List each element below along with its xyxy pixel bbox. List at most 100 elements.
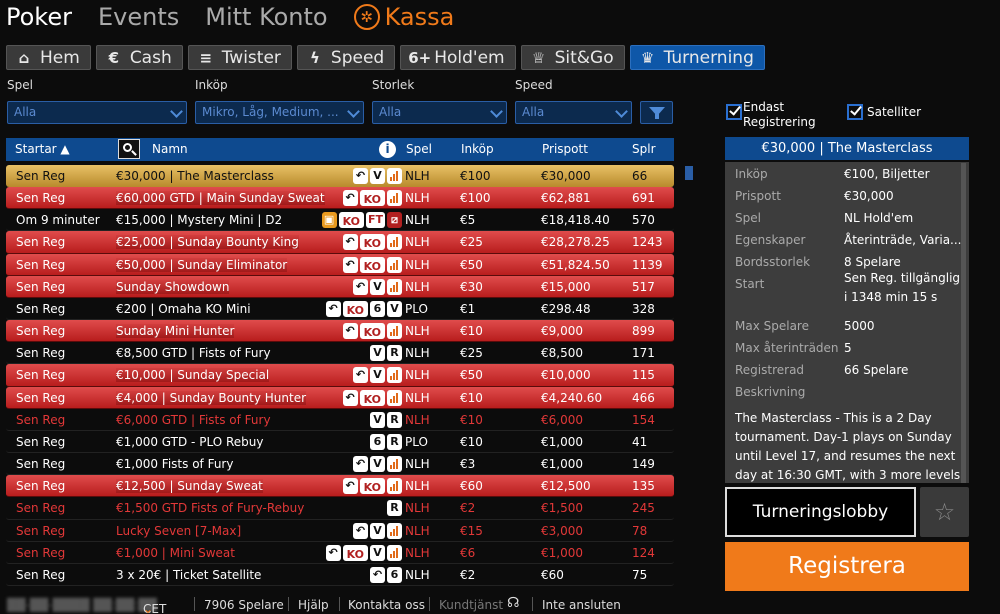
help-link[interactable]: Hjälp <box>298 598 329 612</box>
row-game: NLH <box>405 191 430 206</box>
badge-v: V <box>370 367 385 384</box>
support-link[interactable]: Kundtjänst <box>439 598 503 612</box>
row-start: Sen Reg <box>16 324 66 339</box>
row-buyin: €10 <box>460 324 483 339</box>
twister-icon: ≡ <box>199 48 213 67</box>
detail-key: Start <box>735 277 765 291</box>
row-prize: €1,000 <box>541 457 583 472</box>
table-row[interactable]: Sen Reg €1,000 GTD - PLO Rebuy PLO €10 €1,00… <box>6 430 674 454</box>
table-row[interactable]: Sen Reg €60,000 GTD | Main Sunday Sweat NL… <box>6 187 674 210</box>
nav-kassa[interactable]: ✲ Kassa <box>353 3 454 31</box>
only-registration-checkbox[interactable]: Endast Registrering <box>726 100 816 130</box>
login-status[interactable]: Inte ansluten <box>542 598 621 612</box>
col-starts[interactable]: Startar ▲ <box>15 142 70 156</box>
badge-ko: KO <box>359 190 385 207</box>
row-buyin: €10 <box>460 390 483 405</box>
structure-bars-icon <box>387 389 402 406</box>
table-scrollbar[interactable] <box>685 166 693 180</box>
row-players: 899 <box>632 324 655 339</box>
tab-sitgo[interactable]: ♕ Sit&Go <box>520 45 625 70</box>
tab-cash[interactable]: € Cash <box>95 45 183 70</box>
detail-scrollbar[interactable] <box>961 163 966 483</box>
table-row[interactable]: Sen Reg Sunday Showdown NLH €30 €15,000 517 ↶ V <box>6 275 674 298</box>
col-buyin[interactable]: Inköp <box>461 142 494 156</box>
table-row[interactable]: Sen Reg Sunday Mini Hunter NLH €10 €9,000 899… <box>6 320 674 343</box>
col-prize[interactable]: Prispott <box>542 142 588 156</box>
row-badges: VR <box>368 345 402 362</box>
tab-holdem[interactable]: 6+ Hold'em <box>400 45 516 70</box>
table-row[interactable]: Sen Reg €4,000 | Sunday Bounty Hunter NLH €… <box>6 386 674 409</box>
table-row[interactable]: Sen Reg €8,500 GTD | Fists of Fury NLH €25 €… <box>6 342 674 365</box>
reentry-icon: ↶ <box>370 566 385 583</box>
info-icon[interactable]: i <box>379 141 396 158</box>
row-prize: €1,000 <box>541 545 583 560</box>
table-row[interactable]: Om 9 minuter €15,000 | Mystery Mini | D2 N… <box>6 209 674 232</box>
table-row[interactable]: Sen Reg €1,500 GTD Fists of Fury-Rebuy NLH… <box>6 497 674 520</box>
row-start: Sen Reg <box>16 412 66 427</box>
row-prize: €28,278.25 <box>541 235 610 250</box>
col-game[interactable]: Spel <box>406 142 432 156</box>
satellites-checkbox[interactable]: Satelliter <box>847 100 921 120</box>
table-row[interactable]: Sen Reg €30,000 | The Masterclass NLH €100 €… <box>6 165 674 188</box>
row-badges: ↶ V <box>351 168 402 185</box>
only-registration-label: Endast Registrering <box>743 100 816 129</box>
tournament-lobby-button[interactable]: Turneringslobby <box>725 487 916 537</box>
table-row[interactable]: Sen Reg €12,500 | Sunday Sweat NLH €60 €12,5… <box>6 475 674 498</box>
nav-account[interactable]: Mitt Konto <box>205 3 327 31</box>
reentry-icon: ↶ <box>342 478 358 495</box>
tab-hem[interactable]: ⌂ Hem <box>6 45 91 70</box>
favorite-star-icon[interactable]: ☆ <box>920 487 969 537</box>
tab-turnerning[interactable]: ♛ Turnerning <box>629 45 765 70</box>
row-buyin: €3 <box>460 457 476 472</box>
row-players: 570 <box>632 213 655 228</box>
row-players: 1139 <box>632 257 663 272</box>
table-row[interactable]: Sen Reg €1,000 Fists of Fury NLH €3 €1,000 14… <box>6 453 674 476</box>
row-game: NLH <box>405 235 430 250</box>
register-button[interactable]: Registrera <box>725 542 969 591</box>
table-row[interactable]: Sen Reg €1,000 | Mini Sweat NLH €6 €1,000 124… <box>6 541 674 564</box>
structure-bars-icon <box>387 190 402 207</box>
row-start: Sen Reg <box>16 235 66 250</box>
checkbox <box>726 103 742 120</box>
row-game: NLH <box>405 567 430 582</box>
inkop-select-value: Mikro, Låg, Medium, ... <box>202 105 339 119</box>
row-prize: €60 <box>541 567 564 582</box>
nav-events[interactable]: Events <box>98 3 179 31</box>
structure-bars-icon <box>387 278 402 295</box>
table-row[interactable]: Sen Reg €25,000 | Sunday Bounty King NLH €2… <box>6 231 674 254</box>
spel-select[interactable]: Alla <box>7 101 187 124</box>
storlek-select[interactable]: Alla <box>372 101 507 124</box>
row-buyin: €60 <box>460 479 483 494</box>
headset-icon: ☊ <box>507 595 520 611</box>
tab-label: Hold'em <box>434 47 505 68</box>
nav-poker[interactable]: Poker <box>6 3 72 31</box>
row-badges: R <box>385 500 402 517</box>
col-name[interactable]: Namn <box>152 142 188 156</box>
badge-ko: KO <box>342 300 368 317</box>
table-row[interactable]: Sen Reg €10,000 | Sunday Special NLH €50 €10… <box>6 364 674 387</box>
col-players[interactable]: Splr <box>632 142 656 156</box>
tab-twister[interactable]: ≡ Twister <box>187 45 292 70</box>
table-row[interactable]: Sen Reg €6,000 GTD | Fists of Fury NLH €10 €… <box>6 408 674 431</box>
badge-6: 6 <box>370 300 385 317</box>
table-row[interactable]: Sen Reg €50,000 | Sunday Eliminator NLH €50… <box>6 253 674 276</box>
table-row[interactable]: Sen Reg 3 x 20€ | Ticket Satellite NLH €2 €6… <box>6 563 674 586</box>
detail-key: Spel <box>735 211 761 225</box>
contact-link[interactable]: Kontakta oss <box>348 598 425 612</box>
row-players: 517 <box>632 279 655 294</box>
inkop-select[interactable]: Mikro, Låg, Medium, ... <box>195 101 364 124</box>
search-icon[interactable] <box>118 139 140 159</box>
cashier-icon: ✲ <box>353 4 380 30</box>
trophy-icon: ♕ <box>531 48 546 67</box>
tab-speed[interactable]: ϟ Speed <box>296 45 396 70</box>
speed-select[interactable]: Alla <box>515 101 632 124</box>
detail-key: Egenskaper <box>735 233 806 247</box>
table-row[interactable]: Sen Reg Lucky Seven [7-Max] NLH €15 €3,000 78… <box>6 519 674 542</box>
row-start: Sen Reg <box>16 390 66 405</box>
badge-v: V <box>370 544 385 561</box>
row-start: Sen Reg <box>16 257 66 272</box>
row-players: 75 <box>632 567 648 582</box>
filter-button[interactable] <box>640 101 673 124</box>
table-row[interactable]: Sen Reg €200 | Omaha KO Mini PLO €1 €298.48 3… <box>6 297 674 321</box>
row-start: Sen Reg <box>16 545 66 560</box>
